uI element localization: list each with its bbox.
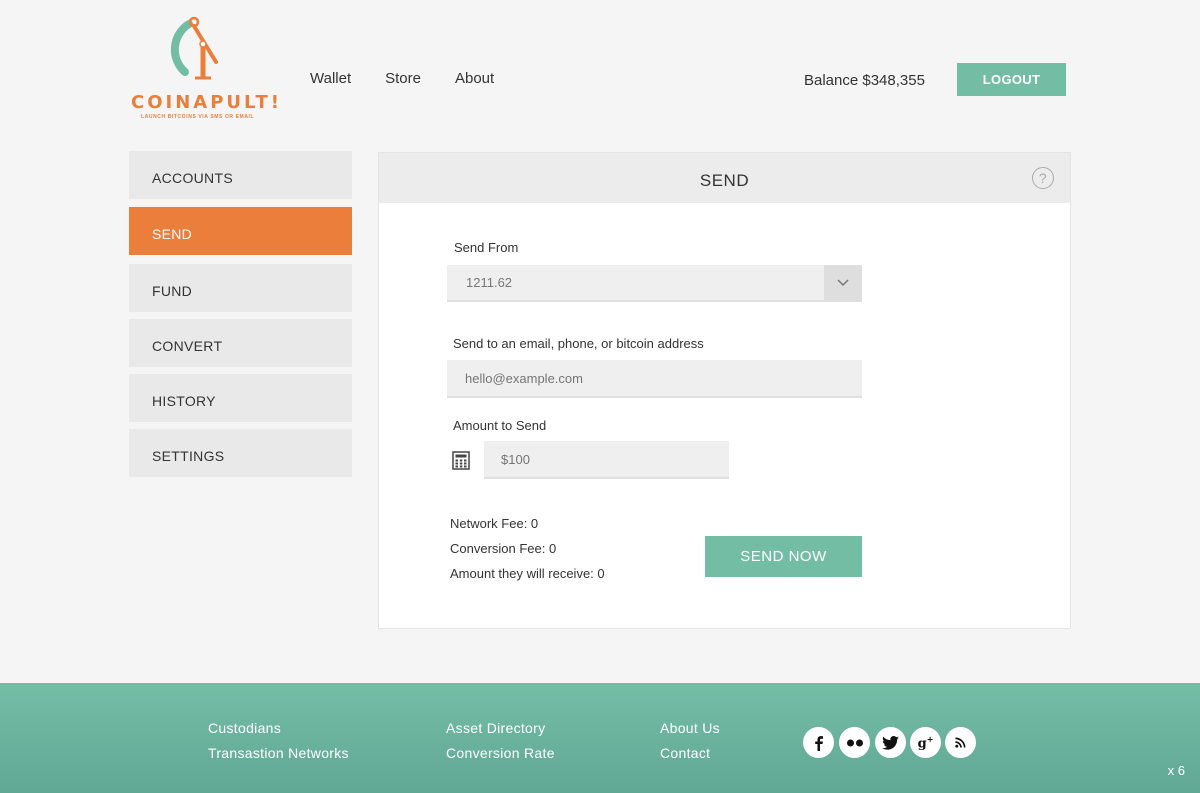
logo-tagline: LAUNCH BITCOINS VIA SMS OR EMAIL [141, 114, 255, 120]
nav-wallet[interactable]: Wallet [310, 70, 351, 87]
twitter-icon[interactable] [875, 727, 906, 758]
main-nav: Wallet Store About [310, 70, 494, 87]
nav-about[interactable]: About [455, 70, 494, 87]
footer-link-conversion-rate[interactable]: Conversion Rate [446, 745, 555, 761]
send-to-field[interactable] [447, 360, 862, 398]
footer-link-custodians[interactable]: Custodians [208, 720, 281, 736]
send-from-select[interactable]: 1211.62 [447, 265, 862, 302]
amount-label: Amount to Send [453, 418, 547, 433]
send-from-label: Send From [454, 240, 519, 255]
footer-link-asset-directory[interactable]: Asset Directory [446, 720, 545, 736]
nav-store[interactable]: Store [385, 70, 421, 87]
footer-link-contact[interactable]: Contact [660, 745, 710, 761]
send-to-label: Send to an email, phone, or bitcoin addr… [453, 336, 704, 351]
footer [0, 683, 1200, 793]
sidebar-item-fund[interactable]: FUND [129, 264, 352, 312]
zoom-indicator: x 6 [1167, 763, 1185, 778]
amount-input[interactable] [501, 441, 729, 477]
footer-link-transaction-networks[interactable]: Transastion Networks [208, 745, 349, 761]
facebook-icon[interactable] [803, 727, 834, 758]
flickr-icon[interactable] [839, 727, 870, 758]
catapult-logo-icon [170, 16, 218, 80]
logout-button[interactable]: LOGOUT [957, 63, 1066, 96]
rss-icon[interactable] [945, 727, 976, 758]
google-plus-icon[interactable]: g+ [910, 727, 941, 758]
conversion-fee: Conversion Fee: 0 [450, 541, 557, 556]
sidebar-item-history[interactable]: HISTORY [129, 374, 352, 422]
amount-received: Amount they will receive: 0 [450, 566, 605, 581]
balance-display: Balance $348,355 [804, 72, 925, 89]
send-from-value: 1211.62 [466, 275, 513, 290]
calculator-icon [452, 451, 470, 475]
chevron-down-icon[interactable] [824, 265, 862, 301]
coinapult-logo[interactable]: COINAPULT! LAUNCH BITCOINS VIA SMS OR EM… [131, 16, 279, 124]
panel-title: SEND [699, 171, 750, 190]
logo-wordmark: COINAPULT! [131, 92, 282, 113]
sidebar-item-send[interactable]: SEND [129, 207, 352, 255]
sidebar-item-convert[interactable]: CONVERT [129, 319, 352, 367]
amount-field[interactable] [484, 441, 729, 479]
sidebar-item-settings[interactable]: SETTINGS [129, 429, 352, 477]
sidebar-item-accounts[interactable]: ACCOUNTS [129, 151, 352, 199]
panel-header: SEND ? [379, 153, 1070, 203]
footer-link-about-us[interactable]: About Us [660, 720, 720, 736]
send-now-button[interactable]: SEND NOW [705, 536, 862, 577]
network-fee: Network Fee: 0 [450, 516, 539, 531]
send-to-input[interactable] [465, 360, 862, 396]
question-circle-icon[interactable]: ? [1032, 167, 1054, 189]
